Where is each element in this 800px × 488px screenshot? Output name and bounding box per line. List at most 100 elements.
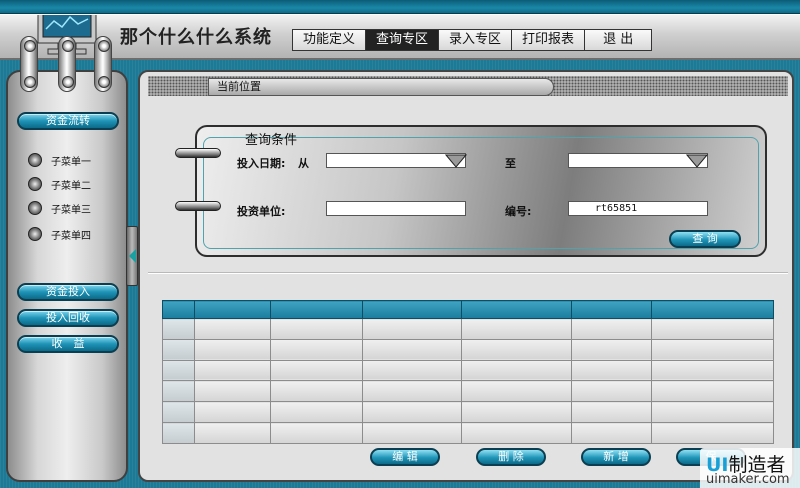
sidebar-item-label: 子菜单二 [51,180,91,192]
table-cell [651,422,774,444]
table-cell [571,359,653,382]
fund-investment-button[interactable]: 资金投入 [17,283,119,301]
table-header-cell [361,300,463,319]
to-label: 至 [505,157,516,170]
table-cell [361,380,463,403]
ring-icon [94,36,112,92]
table-cell [162,401,195,424]
sidebar-item-submenu-4[interactable]: 子菜单四 [28,226,91,242]
table-header-cell [162,300,195,319]
date-label: 投入日期: [237,157,286,170]
sidebar-item-submenu-3[interactable]: 子菜单三 [28,200,91,216]
table-cell [571,401,653,424]
sidebar-item-submenu-2[interactable]: 子菜单二 [28,176,91,192]
delete-button[interactable]: 删 除 [476,448,546,466]
nav-print-report[interactable]: 打印报表 [512,30,586,50]
nav-entry-zone[interactable]: 录入专区 [439,30,513,50]
table-row[interactable] [162,318,774,340]
unit-label: 投资单位: [237,205,286,218]
table-cell [162,422,195,444]
sidebar-item-submenu-1[interactable]: 子菜单一 [28,152,91,168]
table-cell [193,380,271,403]
bullet-icon [28,177,42,191]
table-cell [461,338,573,361]
fund-flow-button[interactable]: 资金流转 [17,112,119,130]
bullet-icon [28,227,42,241]
sidebar-item-label: 子菜单一 [51,156,91,168]
sidebar: 资金流转 子菜单一 子菜单二 子菜单三 子菜单四 资金投入 投入回收 收 益 [6,70,128,482]
query-title: 查询条件 [245,133,298,148]
table-cell [162,318,195,340]
table-cell [193,401,271,424]
table-cell [269,380,363,403]
table-cell [269,401,363,424]
bullet-icon [28,153,42,167]
nav-query-zone[interactable]: 查询专区 [366,30,440,50]
table-cell [269,318,363,340]
ring-icon [175,148,221,158]
table-cell [461,401,573,424]
table-header-cell [571,300,653,319]
table-cell [269,422,363,444]
watermark-domain: uimaker.com [706,472,790,487]
table-cell [651,318,774,340]
chevron-down-icon[interactable] [686,154,708,168]
number-label: 编号: [505,205,532,218]
divider [148,272,788,274]
table-cell [269,338,363,361]
search-button[interactable]: 查 询 [669,230,741,248]
table-cell [461,359,573,382]
top-strip [0,0,800,14]
breadcrumb: 当前位置 [208,78,554,96]
table-cell [361,422,463,444]
table-row[interactable] [162,359,774,382]
bullet-icon [28,201,42,215]
table-cell [269,359,363,382]
table-cell [361,359,463,382]
table-row[interactable] [162,401,774,424]
table-cell [461,318,573,340]
chevron-down-icon[interactable] [445,154,467,168]
watermark-logo: UI制造者 uimaker.com [700,448,800,488]
from-label: 从 [298,157,309,170]
investment-return-button[interactable]: 投入回收 [17,309,119,327]
table-cell [571,338,653,361]
table-cell [193,359,271,382]
header-bar: 那个什么什么系统 功能定义 查询专区 录入专区 打印报表 退 出 [0,14,800,60]
app-title: 那个什么什么系统 [120,27,272,48]
collapse-handle[interactable] [126,226,138,286]
table-cell [361,401,463,424]
nav-exit[interactable]: 退 出 [585,30,651,50]
table-cell [571,422,653,444]
table-cell [361,338,463,361]
nav-function-definition[interactable]: 功能定义 [293,30,367,50]
table-row[interactable] [162,380,774,403]
table-cell [361,318,463,340]
table-cell [461,422,573,444]
table-cell [651,380,774,403]
table-header-cell [651,300,774,319]
table-cell [571,380,653,403]
table-cell [461,380,573,403]
table-cell [571,318,653,340]
unit-input[interactable] [326,201,466,216]
table-cell [651,359,774,382]
table-header-row [162,300,774,319]
table-header-cell [193,300,271,319]
table-header-cell [269,300,363,319]
add-button[interactable]: 新 增 [581,448,651,466]
income-button[interactable]: 收 益 [17,335,119,353]
ring-icon [175,201,221,211]
table-cell [193,422,271,444]
number-input[interactable]: rt65851 [568,201,708,216]
table-cell [162,380,195,403]
query-panel: 查询条件 投入日期: 从 至 投资单位: 编号: rt65851 查 询 [175,125,767,257]
sidebar-item-label: 子菜单四 [51,230,91,242]
table-cell [162,359,195,382]
table-cell [651,401,774,424]
ring-icon [20,36,38,92]
table-row[interactable] [162,422,774,444]
table-cell [193,338,271,361]
table-row[interactable] [162,338,774,361]
edit-button[interactable]: 编 辑 [370,448,440,466]
